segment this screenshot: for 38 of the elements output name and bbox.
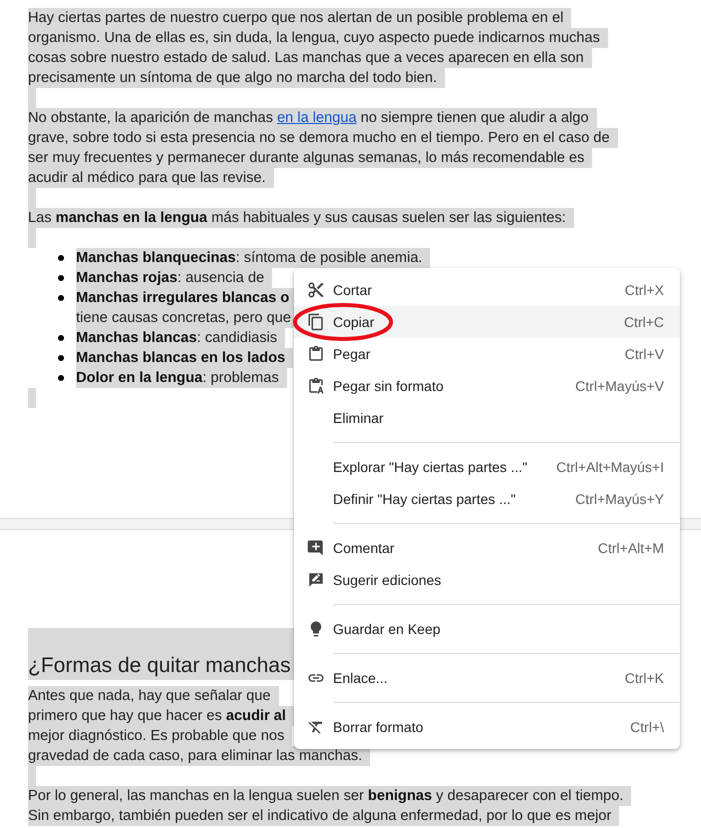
list-item: Manchas blancas en los lados	[76, 348, 294, 368]
menu-item[interactable]: Sugerir ediciones	[294, 564, 680, 596]
bullet-icon	[58, 375, 64, 381]
bullet-icon	[58, 355, 64, 361]
selection-mark	[28, 388, 36, 408]
shortcut-label: Ctrl+Mayús+V	[575, 378, 664, 394]
clipboard-text-icon	[307, 377, 325, 395]
list-item: Manchas rojas: ausencia de	[76, 268, 272, 288]
shortcut-label: Ctrl+Mayús+Y	[575, 491, 664, 507]
shortcut-label: Ctrl+K	[624, 670, 664, 686]
text-link[interactable]: en la lengua	[277, 110, 357, 126]
edit-icon	[307, 571, 325, 589]
menu-item[interactable]: Pegar sin formato Ctrl+Mayús+V	[294, 370, 680, 402]
list-item: Dolor en la lengua: problemas	[76, 368, 287, 388]
copy-icon	[307, 313, 325, 331]
bullet-icon	[58, 335, 64, 341]
list-item: Manchas blanquecinas: síntoma de posible anemia.	[76, 248, 430, 268]
bullet-icon	[58, 295, 64, 301]
clipboard-icon	[307, 345, 325, 363]
menu-item[interactable]: Borrar formato Ctrl+\	[294, 711, 680, 743]
menu-item[interactable]: Comentar Ctrl+Alt+M	[294, 532, 680, 564]
list-item: Manchas blancas: candidiasis	[76, 328, 286, 348]
shortcut-label: Ctrl+Alt+M	[598, 540, 664, 556]
shortcut-label: Ctrl+V	[624, 346, 664, 362]
comment-icon	[307, 539, 325, 557]
menu-item[interactable]: Definir "Hay ciertas partes ..." Ctrl+Mayús+Y	[294, 483, 680, 515]
menu-item[interactable]: Explorar "Hay ciertas partes ..." Ctrl+Alt+Mayús+I	[294, 451, 680, 483]
menu-item[interactable]: Eliminar	[294, 402, 680, 434]
shortcut-label: Ctrl+X	[624, 282, 664, 298]
selection-mark	[28, 228, 36, 248]
scissors-icon	[307, 281, 325, 299]
bullet-icon	[58, 255, 64, 261]
menu-item[interactable]: Copiar Ctrl+C	[294, 306, 680, 338]
shortcut-label: Ctrl+\	[630, 719, 664, 735]
shortcut-label: Ctrl+C	[624, 314, 664, 330]
shortcut-label: Ctrl+Alt+Mayús+I	[556, 459, 664, 475]
menu-item[interactable]: Pegar Ctrl+V	[294, 338, 680, 370]
bullet-icon	[58, 275, 64, 281]
